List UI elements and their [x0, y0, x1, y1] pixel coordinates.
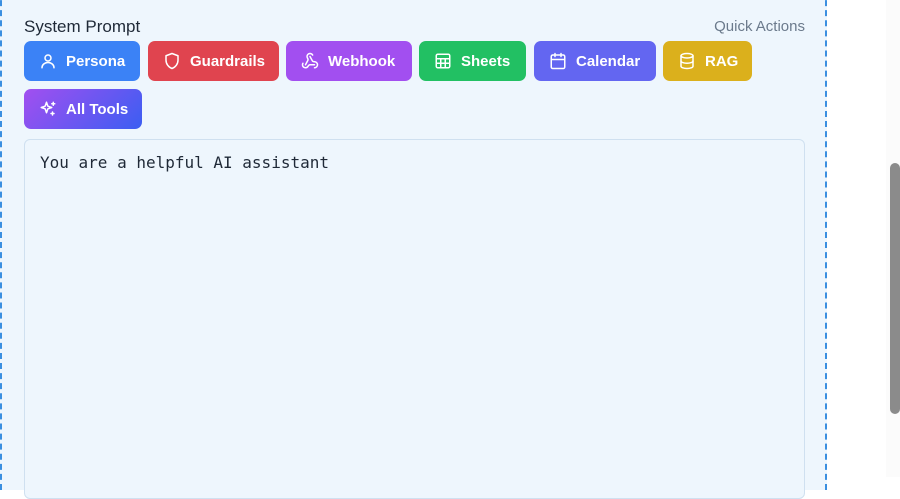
webhook-icon [301, 52, 319, 69]
calendar-button[interactable]: Calendar [534, 41, 656, 81]
scrollbar-thumb[interactable] [890, 163, 900, 414]
persona-button-label: Persona [66, 52, 126, 70]
sheets-button[interactable]: Sheets [419, 41, 526, 81]
guardrails-button[interactable]: Guardrails [148, 41, 279, 81]
sparkles-icon [40, 101, 56, 116]
shield-icon [165, 52, 179, 70]
system-prompt-header: System Prompt Quick Actions [24, 8, 805, 36]
webhook-button[interactable]: Webhook [286, 41, 412, 81]
section-title: System Prompt [24, 17, 141, 36]
system-prompt-textarea[interactable]: You are a helpful AI assistant [24, 139, 805, 499]
calendar-button-label: Calendar [576, 52, 641, 70]
webhook-button-label: Webhook [328, 52, 396, 70]
calendar-icon [550, 52, 566, 70]
rag-button-label: RAG [705, 52, 739, 70]
table-icon [435, 53, 451, 69]
guardrails-button-label: Guardrails [190, 52, 266, 70]
system-prompt-value[interactable]: You are a helpful AI assistant [40, 153, 329, 172]
user-icon [41, 54, 55, 69]
rag-button[interactable]: RAG [663, 41, 752, 81]
database-icon [680, 52, 694, 70]
persona-button[interactable]: Persona [24, 41, 140, 81]
sheets-button-label: Sheets [461, 52, 511, 70]
quick-actions-label: Quick Actions [714, 18, 805, 35]
all-tools-button[interactable]: All Tools [24, 89, 142, 129]
all-tools-button-label: All Tools [66, 100, 129, 118]
